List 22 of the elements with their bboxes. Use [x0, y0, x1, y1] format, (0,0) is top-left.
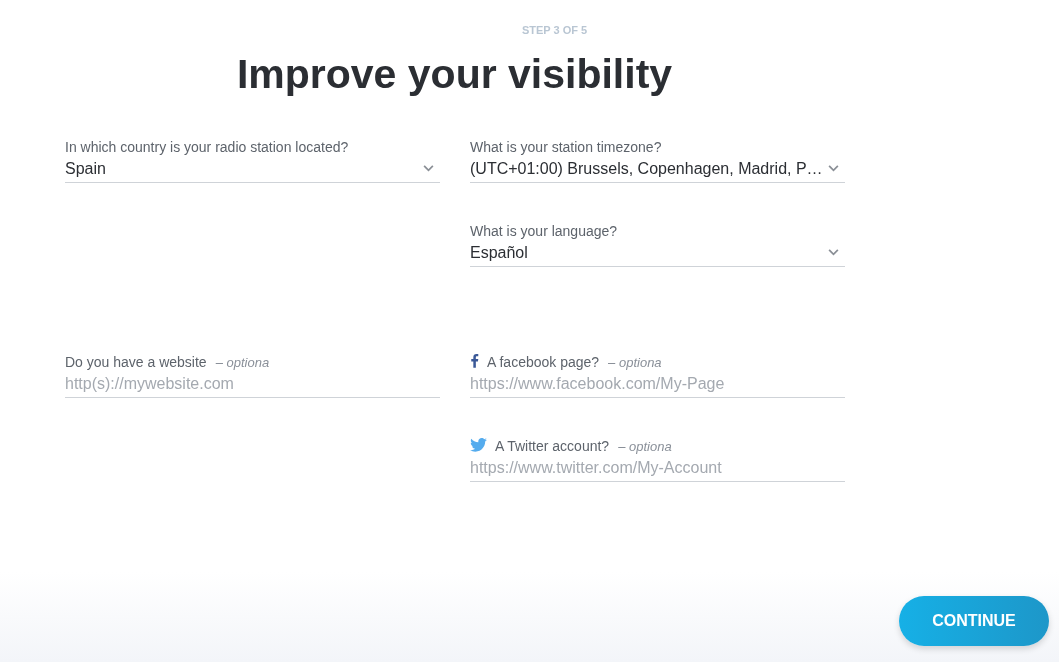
chevron-down-icon [423, 165, 434, 172]
field-label: A Twitter account? [495, 438, 610, 454]
input-field[interactable]: http(s)://mywebsite.com [65, 370, 440, 398]
field-label: In which country is your radio station located? [65, 139, 349, 155]
dropdown-field[interactable]: Spain [65, 155, 440, 183]
dropdown-field[interactable]: Español [470, 239, 845, 267]
page-title: Improve your visibility [235, 50, 674, 98]
step-indicator: STEP 3 OF 5 [520, 23, 589, 36]
dropdown-field[interactable]: (UTC+01:00) Brussels, Copenhagen, Madrid, P… [470, 155, 845, 183]
optional-note: – optiona [215, 355, 270, 370]
bird-icon [470, 438, 487, 452]
facebook-icon [470, 353, 479, 368]
chevron-down-icon [828, 249, 839, 256]
input-field[interactable]: https://www.facebook.com/My-Page [470, 370, 845, 398]
optional-note: – optiona [618, 439, 672, 454]
optional-note: – optiona [608, 355, 662, 370]
chevron-down-icon [828, 165, 839, 172]
field-label: Do you have a website [65, 354, 207, 370]
field-label: A facebook page? [487, 354, 600, 370]
field-label: What is your language? [470, 223, 618, 239]
field-label: What is your station timezone? [470, 139, 662, 155]
input-field[interactable]: https://www.twitter.com/My-Account [470, 454, 845, 482]
